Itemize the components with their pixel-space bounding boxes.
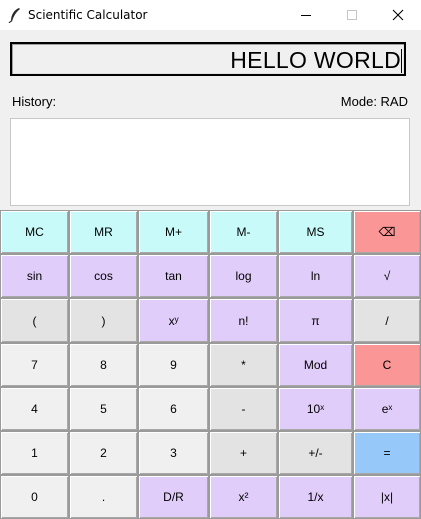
multiply-button[interactable]: *: [209, 343, 278, 387]
backspace-button[interactable]: ⌫: [353, 210, 421, 254]
memory-subtract-button[interactable]: M-: [209, 210, 278, 254]
title-bar[interactable]: Scientific Calculator: [0, 0, 421, 30]
memory-store-button[interactable]: MS: [278, 210, 353, 254]
history-label: History:: [12, 94, 57, 109]
digit-6-button[interactable]: 6: [138, 387, 209, 431]
cos-button[interactable]: cos: [69, 254, 138, 298]
digit-2-button[interactable]: 2: [69, 431, 138, 475]
log-button[interactable]: log: [209, 254, 278, 298]
minimize-icon: [301, 15, 311, 16]
history-list[interactable]: [10, 118, 410, 206]
ln-button[interactable]: ln: [278, 254, 353, 298]
digit-7-button[interactable]: 7: [0, 343, 69, 387]
mod-button[interactable]: Mod: [278, 343, 353, 387]
display-value: HELLO WORLD: [230, 47, 401, 73]
decimal-button[interactable]: .: [69, 475, 138, 519]
digit-4-button[interactable]: 4: [0, 387, 69, 431]
close-button[interactable]: [375, 0, 421, 30]
digit-9-button[interactable]: 9: [138, 343, 209, 387]
text-caret: [401, 49, 402, 73]
divide-button[interactable]: /: [353, 298, 421, 343]
feather-icon: [8, 8, 20, 23]
open-paren-button[interactable]: (: [0, 298, 69, 343]
close-icon: [392, 9, 404, 21]
digit-3-button[interactable]: 3: [138, 431, 209, 475]
digit-0-button[interactable]: 0: [0, 475, 69, 519]
negate-button[interactable]: +/-: [278, 431, 353, 475]
tan-button[interactable]: tan: [138, 254, 209, 298]
digit-1-button[interactable]: 1: [0, 431, 69, 475]
maximize-button[interactable]: [329, 0, 375, 30]
factorial-button[interactable]: n!: [209, 298, 278, 343]
reciprocal-button[interactable]: 1/x: [278, 475, 353, 519]
minimize-button[interactable]: [283, 0, 329, 30]
pi-button[interactable]: π: [278, 298, 353, 343]
square-button[interactable]: x²: [209, 475, 278, 519]
ten-power-button[interactable]: 10ˣ: [278, 387, 353, 431]
close-paren-button[interactable]: ): [69, 298, 138, 343]
memory-add-button[interactable]: M+: [138, 210, 209, 254]
exp-button[interactable]: eˣ: [353, 387, 421, 431]
keypad: MC MR M+ M- MS ⌫ sin cos tan log ln √ () xʸ n! π/ 7 8 9 * Mo…: [0, 210, 421, 519]
sin-button[interactable]: sin: [0, 254, 69, 298]
clear-button[interactable]: C: [353, 343, 421, 387]
deg-rad-toggle-button[interactable]: D/R: [138, 475, 209, 519]
window-title: Scientific Calculator: [28, 8, 148, 22]
mode-indicator: Mode: RAD: [340, 94, 408, 109]
display-field[interactable]: HELLO WORLD: [10, 42, 406, 76]
abs-button[interactable]: |x|: [353, 475, 421, 519]
sqrt-button[interactable]: √: [353, 254, 421, 298]
maximize-icon: [347, 10, 357, 20]
digit-8-button[interactable]: 8: [69, 343, 138, 387]
power-button[interactable]: xʸ: [138, 298, 209, 343]
digit-5-button[interactable]: 5: [69, 387, 138, 431]
memory-clear-button[interactable]: MC: [0, 210, 69, 254]
add-button[interactable]: +: [209, 431, 278, 475]
memory-recall-button[interactable]: MR: [69, 210, 138, 254]
subtract-button[interactable]: -: [209, 387, 278, 431]
equals-button[interactable]: =: [353, 431, 421, 475]
